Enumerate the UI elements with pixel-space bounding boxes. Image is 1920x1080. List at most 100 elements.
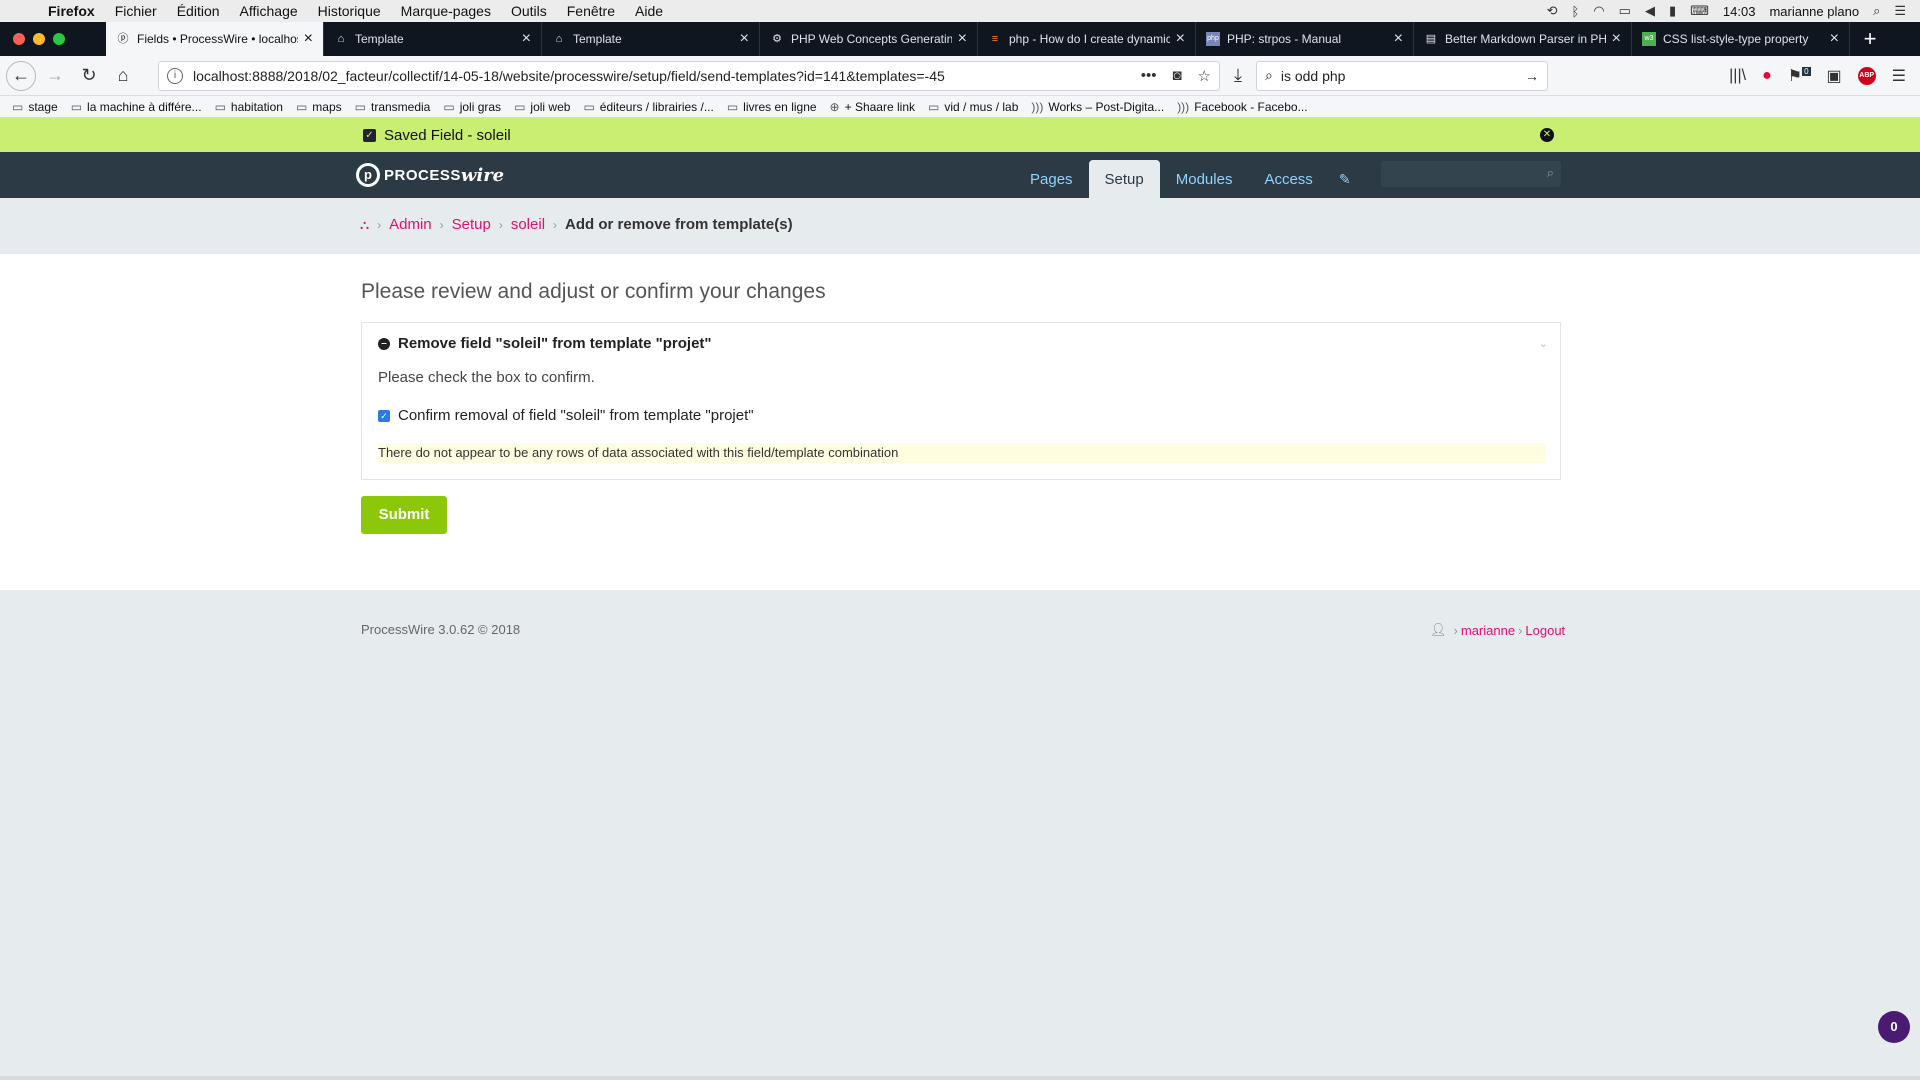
notification-center-icon[interactable]: ☰ (1894, 3, 1906, 19)
confirm-checkbox-label[interactable]: Confirm removal of field "soleil" from t… (398, 407, 754, 424)
bookmark-folder[interactable]: ▭ joli web (514, 100, 570, 114)
page-actions-icon[interactable]: ••• (1141, 67, 1157, 85)
tab-label: CSS list-style-type property (1663, 32, 1809, 46)
breadcrumb-setup[interactable]: Setup (452, 216, 491, 233)
zoom-window-button[interactable] (53, 33, 65, 45)
bookmark-star-icon[interactable]: ☆ (1198, 67, 1211, 85)
new-tab-button[interactable]: + (1850, 22, 1890, 56)
sitemap-icon[interactable]: ⛬ (360, 217, 369, 233)
logout-link[interactable]: Logout (1525, 623, 1565, 638)
forward-button[interactable]: → (40, 61, 70, 91)
saved-notice: ✓ Saved Field - soleil ✕ (0, 118, 1920, 152)
processwire-logo[interactable]: p PROCESS wire (356, 163, 504, 187)
user-link[interactable]: marianne (1461, 623, 1515, 638)
menu-marque-pages[interactable]: Marque-pages (391, 3, 501, 19)
browser-tab[interactable]: php PHP: strpos - Manual × (1196, 22, 1414, 56)
url-text[interactable]: localhost:8888/2018/02_facteur/collectif… (193, 68, 1141, 84)
close-window-button[interactable] (13, 33, 25, 45)
search-bar[interactable]: ⌕ is odd php → (1256, 60, 1548, 91)
user-name[interactable]: marianne plano (1769, 4, 1859, 19)
browser-tab[interactable]: ⓟ Fields • ProcessWire • localhost × (106, 22, 324, 56)
reload-button[interactable]: ↻ (74, 61, 104, 91)
bookmark-folder[interactable]: ▭ joli gras (443, 100, 501, 114)
pw-search-input[interactable]: ⌕ (1381, 161, 1561, 187)
hamburger-menu-icon[interactable]: ☰ (1892, 66, 1906, 86)
wrench-icon[interactable]: ✎ (1329, 160, 1361, 198)
browser-tab[interactable]: ≡ php - How do I create dynamic × (978, 22, 1196, 56)
info-icon[interactable]: i (167, 67, 183, 84)
go-arrow-icon[interactable]: → (1525, 68, 1539, 84)
close-icon[interactable]: × (1176, 30, 1185, 48)
bookmark-label: maps (312, 99, 342, 114)
nav-access[interactable]: Access (1248, 160, 1328, 198)
breadcrumb-separator: › (439, 217, 444, 232)
close-icon[interactable]: × (1830, 30, 1839, 48)
menu-app[interactable]: Firefox (34, 3, 105, 19)
close-icon[interactable]: × (958, 30, 967, 48)
wifi-icon[interactable]: ◠ (1593, 3, 1604, 19)
url-bar[interactable]: i localhost:8888/2018/02_facteur/collect… (158, 60, 1220, 91)
nav-pages[interactable]: Pages (1014, 160, 1089, 198)
panel-header[interactable]: – Remove field "soleil" from template "p… (378, 335, 712, 352)
chevron-down-icon[interactable]: ⌄ (1539, 337, 1548, 350)
back-button[interactable]: ← (6, 60, 36, 91)
browser-tab[interactable]: ⌂ Template × (324, 22, 542, 56)
notifications-icon[interactable]: ⚑ 0 (1788, 66, 1811, 86)
menu-edition[interactable]: Édition (167, 3, 230, 19)
bookmark-folder[interactable]: ▭ livres en ligne (727, 100, 817, 114)
keyboard-icon[interactable]: ⌨ (1690, 3, 1709, 19)
bookmark-feed[interactable]: ))) Works – Post-Digita... (1031, 100, 1164, 114)
breadcrumb-field[interactable]: soleil (511, 216, 545, 233)
submit-button[interactable]: Submit (361, 496, 447, 534)
menu-affichage[interactable]: Affichage (230, 3, 308, 19)
menu-fichier[interactable]: Fichier (105, 3, 167, 19)
battery-icon[interactable]: ▮ (1669, 3, 1676, 19)
adblock-icon[interactable]: ABP (1857, 66, 1876, 85)
clock[interactable]: 14:03 (1723, 4, 1756, 19)
bookmark-folder[interactable]: ▭ éditeurs / librairies /... (583, 100, 713, 114)
browser-tab[interactable]: ▤ Better Markdown Parser in PHP × (1414, 22, 1632, 56)
close-icon[interactable]: × (1394, 30, 1403, 48)
browser-tab[interactable]: ⌂ Template × (542, 22, 760, 56)
bookmark-folder[interactable]: ▭ maps (296, 100, 342, 114)
bluetooth-icon[interactable]: ᛒ (1572, 4, 1580, 19)
close-icon[interactable]: × (740, 30, 749, 48)
breadcrumb-admin[interactable]: Admin (389, 216, 432, 233)
time-machine-icon[interactable]: ⟲ (1547, 3, 1558, 19)
bookmark-folder[interactable]: ▭ la machine à différe... (71, 100, 202, 114)
pocket-icon[interactable]: ◙ (1172, 67, 1181, 85)
sidebar-icon[interactable]: ▣ (1827, 66, 1842, 86)
browser-tab[interactable]: w3 CSS list-style-type property × (1632, 22, 1850, 56)
home-button[interactable]: ⌂ (108, 61, 138, 91)
menu-fenetre[interactable]: Fenêtre (557, 3, 625, 19)
floating-badge[interactable]: 0 (1878, 1011, 1910, 1043)
bookmark-label: joli gras (459, 99, 502, 114)
close-icon[interactable]: × (304, 30, 313, 48)
menu-aide[interactable]: Aide (625, 3, 673, 19)
bookmark-folder[interactable]: ▭ transmedia (355, 100, 431, 114)
menu-outils[interactable]: Outils (501, 3, 557, 19)
bookmark-folder[interactable]: ▭ stage (12, 100, 58, 114)
bookmark-folder[interactable]: ▭ vid / mus / lab (928, 100, 1018, 114)
bookmark-feed[interactable]: ))) Facebook - Facebo... (1177, 100, 1307, 114)
spotlight-icon[interactable]: ⌕ (1873, 3, 1880, 19)
stack-icon: ≡ (991, 33, 999, 45)
close-notice-icon[interactable]: ✕ (1540, 128, 1554, 142)
menu-historique[interactable]: Historique (308, 3, 391, 19)
nav-setup[interactable]: Setup (1088, 160, 1160, 198)
close-icon[interactable]: × (522, 30, 531, 48)
search-input[interactable]: is odd php (1281, 68, 1525, 84)
volume-icon[interactable]: ◀ (1645, 3, 1655, 19)
airplay-icon[interactable]: ▭ (1619, 3, 1631, 19)
bookmark-folder[interactable]: ▭ habitation (215, 100, 283, 114)
download-icon[interactable]: ⤓ (1220, 65, 1256, 86)
close-icon[interactable]: × (1612, 30, 1621, 48)
confirm-checkbox-row[interactable]: ✓ Confirm removal of field "soleil" from… (378, 407, 754, 424)
library-icon[interactable]: |||\ (1729, 67, 1746, 85)
nav-modules[interactable]: Modules (1160, 160, 1249, 198)
bookmark-link[interactable]: ⊕ + Shaare link (830, 100, 915, 114)
browser-tab[interactable]: ⚙ PHP Web Concepts Generating × (760, 22, 978, 56)
pocket-save-icon[interactable]: ● (1762, 67, 1772, 85)
confirm-checkbox[interactable]: ✓ (378, 409, 390, 422)
minimize-window-button[interactable] (33, 33, 45, 45)
